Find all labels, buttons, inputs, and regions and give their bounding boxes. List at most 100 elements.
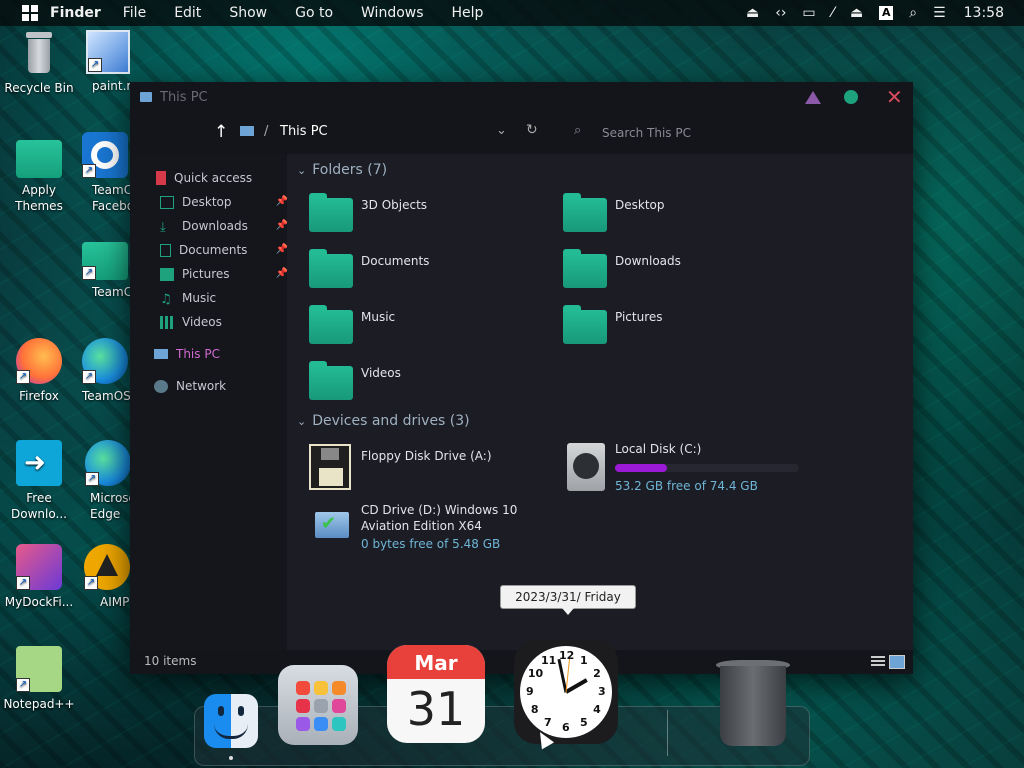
control-center-icon[interactable]: ☰ [933,5,946,21]
network-muted-icon[interactable]: ⁄ [832,5,834,21]
drive-tile-floppy[interactable]: Floppy Disk Drive (A:) [309,444,569,492]
folder-tile-pictures[interactable]: Pictures [541,304,781,350]
menu-windows[interactable]: Windows [361,5,424,21]
desktop-icon-notepad-plus-plus[interactable]: ↗ Notepad++ [2,646,76,712]
folder-tile-desktop[interactable]: Desktop [541,192,781,238]
large-icons-view-icon[interactable] [889,655,905,669]
desktop-icon-aimp[interactable]: ↗ AIMP [80,544,134,610]
firefox-icon: ↗ [16,338,62,384]
desktop-icon [160,195,174,209]
folders-group-header[interactable]: ⌄ Folders (7) [297,162,387,178]
shortcut-arrow-icon: ↗ [16,678,30,692]
sidebar-item-music[interactable]: ♫ Music [160,288,290,308]
close-button[interactable]: ✕ [886,87,903,107]
folder-icon [309,305,353,344]
desktop-icon-firefox[interactable]: ↗ Firefox [2,338,76,404]
menu-app-name[interactable]: Finder [50,5,101,21]
search-box[interactable]: ⌕ [572,120,902,146]
sidebar-item-videos[interactable]: Videos [160,312,290,332]
sidebar-item-this-pc[interactable]: This PC [154,344,284,364]
folder-tile-downloads[interactable]: Downloads [541,248,781,294]
clock-number: 1 [580,653,588,667]
clock-number: 5 [580,716,588,730]
desktop-icon-microsoft-edge[interactable]: ↗ Microso Edge [80,440,136,522]
video-icon [160,315,174,329]
folder-icon: ↗ [82,242,128,280]
desktop-icon-recycle-bin[interactable]: Recycle Bin [2,30,76,96]
folder-icon [309,249,353,288]
desktop-icon-label: Firefox [19,389,59,403]
sidebar-item-network[interactable]: Network [154,376,284,396]
shortcut-arrow-icon: ↗ [84,576,98,590]
dock-trash-icon[interactable] [716,660,790,748]
settings-gear-icon: ↗ [82,132,128,178]
sidebar-item-documents[interactable]: Documents 📌 [160,240,290,260]
folder-tile-music[interactable]: Music [287,304,527,350]
dock-calendar-icon[interactable]: Mar 31 [387,645,485,743]
sidebar-item-desktop[interactable]: Desktop 📌 [160,192,290,212]
drives-group-header[interactable]: ⌄ Devices and drives (3) [297,413,470,429]
chevron-down-icon[interactable]: ⌄ [496,123,507,138]
refresh-icon[interactable]: ↻ [526,122,538,138]
minimize-button[interactable] [805,91,821,104]
cd-drive-icon: ✔ [315,512,349,538]
menu-show[interactable]: Show [229,5,267,21]
eject-circle-icon[interactable]: ⏏ [746,5,759,21]
windows-logo-icon[interactable] [22,5,38,21]
desktop-icon-label: paint.n [92,79,135,93]
breadcrumb[interactable]: This PC [280,124,328,139]
desktop-icon-teamc-facebook[interactable]: ↗ TeamC Facebo [80,132,130,214]
clock-number: 2 [593,667,601,680]
launchpad-tile [314,717,328,731]
drive-name-line2: Aviation Edition X64 [361,519,482,533]
folder-tile-3d-objects[interactable]: 3D Objects [287,192,527,238]
finder-eye-icon [218,706,224,716]
title-bar[interactable]: This PC ✕ [130,82,913,112]
keyboard-language-indicator[interactable]: A [879,6,894,20]
search-icon[interactable]: ⌕ [909,5,917,21]
desktop-icon-mydockfinder[interactable]: ↗ MyDockFi... [2,544,76,610]
sidebar-item-label: Music [182,291,217,305]
sidebar-item-pictures[interactable]: Pictures 📌 [160,264,290,284]
sidebar-item-downloads[interactable]: ⤓ Downloads 📌 [160,216,290,236]
drive-tile-local-disk-c[interactable]: Local Disk (C:) 53.2 GB free of 74.4 GB [563,441,823,497]
desktop-icon-free-download[interactable]: ➜ Free Downlo... [2,440,76,522]
desktop-icon-teamc[interactable]: ↗ TeamC [80,238,130,300]
desktop-icon-paint[interactable]: ↗ paint.n [80,30,136,94]
desktop-icon-apply-themes[interactable]: Apply Themes [2,136,76,214]
dock-finder-icon[interactable] [204,694,258,748]
document-icon [160,243,171,257]
menu-file[interactable]: File [123,5,146,21]
code-brackets-icon[interactable]: ‹› [775,5,786,21]
menubar-clock[interactable]: 13:58 [964,5,1004,21]
folder-tile-videos[interactable]: Videos [287,360,527,406]
music-icon: ♫ [160,291,172,307]
desktop-icon-label: Notepad++ [3,697,75,711]
menu-edit[interactable]: Edit [174,5,201,21]
clock-number: 10 [527,667,544,680]
folder-name: Desktop [615,198,665,212]
sidebar-item-quick-access[interactable]: Quick access [154,168,284,188]
monitor-icon[interactable]: ▭ [802,5,815,21]
recycle-bin-icon [16,30,62,76]
dock-clock-icon[interactable]: 12 1 2 3 4 5 6 7 8 9 10 11 [514,640,618,744]
menu-go-to[interactable]: Go to [295,5,333,21]
desktop-icon-teamos[interactable]: ↗ TeamOS [80,338,130,404]
menu-help[interactable]: Help [452,5,484,21]
edge-icon: ↗ [85,440,131,486]
window-title: This PC [160,89,208,105]
folder-icon [16,140,62,178]
search-input[interactable] [600,120,894,146]
up-arrow-icon[interactable]: ↑ [214,122,228,142]
dock-launchpad-icon[interactable] [278,665,358,745]
this-pc-icon [140,92,152,102]
drive-tile-cd[interactable]: ✔ CD Drive (D:) Windows 10 Aviation Edit… [309,502,569,558]
details-view-icon[interactable] [871,656,885,667]
eject-icon[interactable]: ⏏ [850,5,863,21]
clock-number: 11 [541,653,557,667]
folder-tile-documents[interactable]: Documents [287,248,527,294]
desktop-icon-label: Apply Themes [15,183,63,213]
folder-name: Music [361,310,396,324]
calendar-day: 31 [406,682,466,736]
maximize-button[interactable] [844,90,858,104]
